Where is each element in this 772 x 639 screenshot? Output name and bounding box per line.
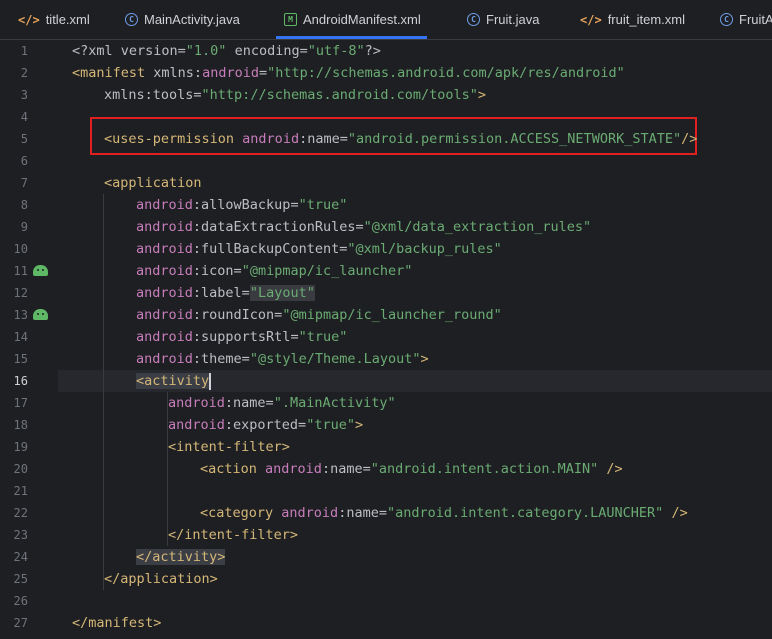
tab-label: fruit_item.xml <box>607 12 685 27</box>
line-number: 11 <box>13 264 28 278</box>
line-number: 10 <box>13 242 28 256</box>
code-line-19: <intent-filter> <box>168 439 290 455</box>
line-number: 3 <box>20 88 28 102</box>
code-line-11: android:icon="@mipmap/ic_launcher" <box>136 263 413 279</box>
android-manifest-icon: M <box>284 13 297 26</box>
line-number: 19 <box>13 440 28 454</box>
line-number: 25 <box>13 572 28 586</box>
line-number: 22 <box>13 506 28 520</box>
code-line-15: android:theme="@style/Theme.Layout"> <box>136 351 429 367</box>
editor-tab-bar: </> title.xml C MainActivity.java M Andr… <box>0 0 772 40</box>
tab-mainactivity-java[interactable]: C MainActivity.java <box>125 0 240 39</box>
line-number: 6 <box>20 154 28 168</box>
line-number: 7 <box>20 176 28 190</box>
line-number: 9 <box>20 220 28 234</box>
code-line-9: android:dataExtractionRules="@xml/data_e… <box>136 219 592 235</box>
xml-file-icon: </> <box>580 12 602 27</box>
line-number: 27 <box>13 616 28 630</box>
java-class-icon: C <box>125 13 138 26</box>
code-line-7: <application <box>104 175 202 191</box>
code-line-3: xmlns:tools="http://schemas.android.com/… <box>104 87 487 103</box>
tab-fruit-item-xml[interactable]: </> fruit_item.xml <box>580 0 685 39</box>
line-number: 26 <box>13 594 28 608</box>
code-line-23: </intent-filter> <box>168 527 299 543</box>
code-editor[interactable]: 1 2 3 4 5 6 7 8 9 10 11 12 13 14 15 16 1… <box>0 40 772 639</box>
line-number: 15 <box>13 352 28 366</box>
line-number: 20 <box>13 462 28 476</box>
line-number: 12 <box>13 286 28 300</box>
line-number: 23 <box>13 528 28 542</box>
line-number: 14 <box>13 330 28 344</box>
code-line-1: <?xml version="1.0" encoding="utf-8"?> <box>72 43 381 59</box>
code-line-10: android:fullBackupContent="@xml/backup_r… <box>136 241 502 257</box>
line-number-current: 16 <box>13 374 28 388</box>
line-number: 1 <box>20 44 28 58</box>
line-number: 24 <box>13 550 28 564</box>
tab-label: Fruit.java <box>486 12 540 27</box>
tab-fruit-java[interactable]: C Fruit.java <box>467 0 539 39</box>
java-class-icon: C <box>467 13 480 26</box>
code-area[interactable]: <?xml version="1.0" encoding="utf-8"?> <… <box>58 40 772 639</box>
android-resource-icon[interactable] <box>33 309 48 320</box>
code-line-2: <manifest xmlns:android="http://schemas.… <box>72 65 625 81</box>
line-number: 5 <box>20 132 28 146</box>
tab-label: AndroidManifest.xml <box>303 12 421 27</box>
tab-label: title.xml <box>45 12 90 27</box>
line-number: 21 <box>13 484 28 498</box>
code-line-14: android:supportsRtl="true" <box>136 329 348 345</box>
xml-file-icon: </> <box>18 12 40 27</box>
code-line-16: <activity <box>136 372 212 390</box>
code-line-22: <category android:name="android.intent.c… <box>200 505 688 521</box>
tab-title-xml[interactable]: </> title.xml <box>18 0 90 39</box>
text-caret <box>209 372 212 390</box>
tab-androidmanifest-xml[interactable]: M AndroidManifest.xml <box>276 0 427 39</box>
code-line-20: <action android:name="android.intent.act… <box>200 461 623 477</box>
code-line-18: android:exported="true"> <box>168 417 364 433</box>
code-line-8: android:allowBackup="true" <box>136 197 348 213</box>
tab-label: MainActivity.java <box>144 12 240 27</box>
line-number: 8 <box>20 198 28 212</box>
line-number: 13 <box>13 308 28 322</box>
code-line-25: </application> <box>104 571 218 587</box>
android-resource-icon[interactable] <box>33 265 48 276</box>
code-line-17: android:name=".MainActivity" <box>168 395 396 411</box>
code-line-24: </activity> <box>136 549 226 565</box>
line-number: 4 <box>20 110 28 124</box>
java-class-icon: C <box>720 13 733 26</box>
code-line-5: <uses-permission android:name="android.p… <box>104 131 698 147</box>
tab-label: FruitA <box>739 12 772 27</box>
indent-guide <box>103 194 104 590</box>
line-number-gutter: 1 2 3 4 5 6 7 8 9 10 11 12 13 14 15 16 1… <box>0 40 58 639</box>
code-line-27: </manifest> <box>72 615 162 631</box>
code-line-13: android:roundIcon="@mipmap/ic_launcher_r… <box>136 307 502 323</box>
line-number: 2 <box>20 66 28 80</box>
tab-fruitadapter-partial[interactable]: C FruitA <box>720 0 772 39</box>
line-number: 18 <box>13 418 28 432</box>
line-number: 17 <box>13 396 28 410</box>
code-line-12: android:label="Layout" <box>136 285 315 301</box>
